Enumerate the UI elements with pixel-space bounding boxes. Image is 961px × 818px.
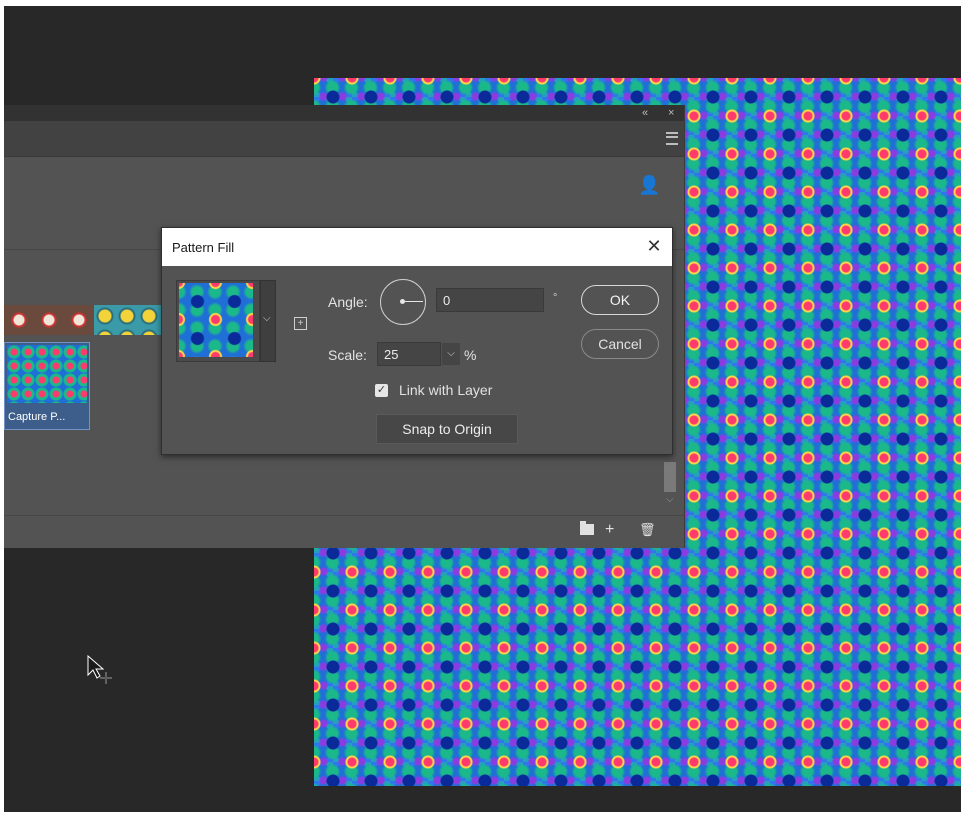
panel-tabbar — [4, 121, 684, 157]
scale-input[interactable]: 25 — [377, 342, 441, 366]
new-pattern-icon[interactable]: + — [605, 521, 614, 539]
pattern-thumbnail-image — [7, 345, 87, 403]
angle-dial-hand — [403, 301, 423, 302]
percent-symbol: % — [464, 347, 477, 363]
delete-trash-icon[interactable]: 🗑 — [639, 521, 656, 539]
move-cursor-icon — [87, 655, 112, 684]
libraries-user-icon[interactable]: 👤 — [638, 175, 660, 195]
selected-pattern-thumbnail[interactable]: Capture P... — [4, 342, 90, 430]
snap-to-origin-button[interactable]: Snap to Origin — [376, 414, 518, 444]
close-icon[interactable]: ✕ — [642, 234, 666, 258]
link-with-layer-checkbox[interactable]: ✓ — [375, 384, 388, 397]
new-preset-icon[interactable]: + — [294, 317, 307, 330]
panel-menu-icon[interactable] — [666, 132, 678, 145]
cancel-button[interactable]: Cancel — [581, 329, 659, 359]
collapse-panel-icon[interactable]: « — [642, 106, 648, 120]
angle-label: Angle: — [328, 294, 368, 310]
ok-button[interactable]: OK — [581, 285, 659, 315]
pattern-preview-image — [179, 283, 253, 357]
angle-dial[interactable] — [380, 279, 426, 325]
new-group-folder-icon[interactable] — [580, 521, 594, 535]
panel-titlebar: « × — [4, 105, 684, 121]
link-with-layer-label[interactable]: Link with Layer — [399, 382, 492, 398]
dialog-titlebar: Pattern Fill ✕ — [162, 228, 672, 266]
photoshop-workspace: « × 👤 Capture P... ⌵ + 🗑 Pattern Fill ✕ … — [4, 6, 961, 812]
pattern-thumbnail[interactable] — [4, 305, 94, 335]
scale-dropdown[interactable]: ⌵ — [442, 343, 460, 365]
chevron-down-icon: ⌵ — [263, 313, 271, 324]
pattern-thumbnail[interactable] — [94, 305, 162, 335]
pattern-picker-dropdown[interactable]: ⌵ — [260, 280, 276, 362]
degree-symbol: ° — [553, 292, 558, 304]
pattern-preview-picker[interactable] — [176, 280, 260, 362]
scroll-down-icon[interactable]: ⌵ — [666, 494, 674, 505]
scale-label: Scale: — [328, 347, 367, 363]
angle-input[interactable]: 0 — [436, 288, 544, 312]
dialog-title: Pattern Fill — [172, 240, 235, 255]
scrollbar-thumb[interactable] — [664, 462, 676, 492]
pattern-thumbnail-caption: Capture P... — [8, 411, 66, 423]
pattern-fill-dialog: Pattern Fill ✕ ⌵ + Angle: 0 ° Scale: 25 … — [161, 227, 673, 455]
panel-footer: + 🗑 — [4, 515, 684, 546]
close-panel-icon[interactable]: × — [668, 106, 674, 120]
